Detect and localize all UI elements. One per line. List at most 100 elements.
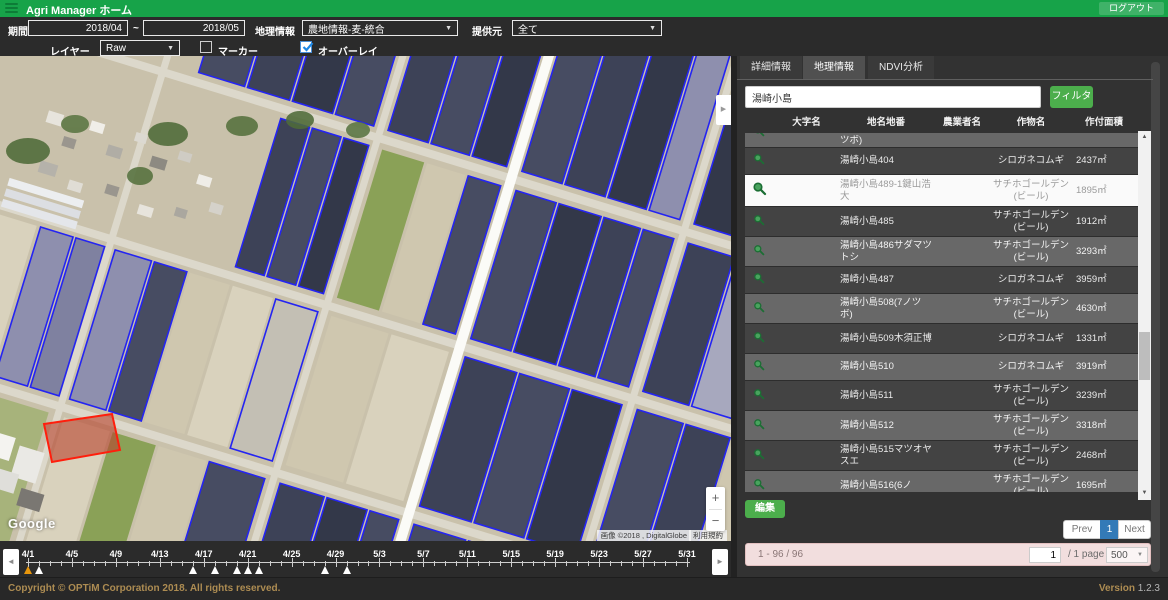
timeline-date-label: 5/27 xyxy=(631,549,655,559)
timeline-image-marker[interactable] xyxy=(343,566,351,574)
copyright-text: Copyright © OPTiM Corporation 2018. All … xyxy=(8,583,280,594)
timeline-image-marker[interactable] xyxy=(321,566,329,574)
timeline-date-label: 5/7 xyxy=(411,549,435,559)
timeline: ◄ ► 4/14/54/94/134/174/214/254/295/35/75… xyxy=(0,541,731,577)
geo-select[interactable]: 農地情報-麦-統合 ▼ xyxy=(302,20,458,36)
provider-select[interactable]: 全て ▼ xyxy=(512,20,662,36)
record-range: 1 - 96 / 96 xyxy=(758,549,803,560)
panel-expand-arrow[interactable]: ▶ xyxy=(716,95,731,125)
zoom-in-button[interactable]: + xyxy=(706,487,725,509)
cell-crop: サチホゴールデン(ビール) xyxy=(992,414,1070,438)
date-to-input[interactable] xyxy=(143,20,245,36)
tab-detail-info[interactable]: 詳細情報 xyxy=(740,56,802,79)
zoom-to-field-icon[interactable] xyxy=(745,214,773,230)
check-icon xyxy=(301,40,315,54)
timeline-image-marker[interactable] xyxy=(211,566,219,574)
zoom-to-field-icon[interactable] xyxy=(745,181,773,200)
timeline-image-marker[interactable] xyxy=(35,566,43,574)
column-header: 大字名 xyxy=(773,112,840,133)
google-logo: Google xyxy=(8,516,56,531)
filter-button[interactable]: フィルタ xyxy=(1050,86,1093,108)
cell-crop: サチホゴールデン(ビール) xyxy=(992,444,1070,468)
zoom-to-field-icon[interactable] xyxy=(745,478,773,493)
scroll-down-button[interactable]: ▼ xyxy=(1138,487,1151,500)
tab-ndvi[interactable]: NDVI分析 xyxy=(868,56,934,79)
table-row[interactable]: ツボ) xyxy=(745,133,1138,148)
pagination-current-page[interactable]: 1 xyxy=(1100,520,1119,539)
page-number-input[interactable] xyxy=(1029,547,1061,563)
zoom-to-field-icon[interactable] xyxy=(745,331,773,347)
scroll-up-button[interactable]: ▲ xyxy=(1138,131,1151,144)
layer-select[interactable]: Raw ▼ xyxy=(100,40,180,56)
timeline-image-marker[interactable] xyxy=(189,566,197,574)
timeline-date-label: 4/9 xyxy=(104,549,128,559)
table-row[interactable]: 湯崎小島486サダマツトシ サチホゴールデン(ビール) 3293㎡ xyxy=(745,237,1138,267)
zoom-to-field-icon[interactable] xyxy=(745,272,773,288)
marker-checkbox[interactable] xyxy=(200,41,212,53)
status-bar: 1 - 96 / 96 / 1 page size 500 ▼ xyxy=(745,543,1151,566)
table-row[interactable]: 湯崎小島510 シロガネコムギ 3919㎡ xyxy=(745,354,1138,381)
timeline-image-marker[interactable] xyxy=(244,566,252,574)
zoom-to-field-icon[interactable] xyxy=(745,359,773,375)
timeline-date-label: 4/1 xyxy=(16,549,40,559)
edit-button[interactable]: 編集 xyxy=(745,500,785,518)
table-body: ツボ) 湯崎小島404 シロガネコムギ 2437㎡ 湯崎小島489-1鍵山浩大 … xyxy=(745,133,1138,492)
column-header: 農業者名 xyxy=(932,112,992,133)
page-size-select[interactable]: 500 ▼ xyxy=(1106,547,1148,563)
pagination-next[interactable]: Next xyxy=(1118,520,1151,539)
table-row[interactable]: 湯崎小島404 シロガネコムギ 2437㎡ xyxy=(745,148,1138,175)
cell-area: 4630㎡ xyxy=(1070,303,1138,315)
search-input[interactable] xyxy=(745,86,1041,108)
version-text: Version 1.2.3 xyxy=(1099,583,1160,594)
cell-crop: サチホゴールデン(ビール) xyxy=(992,474,1070,493)
timeline-image-marker[interactable] xyxy=(255,566,263,574)
top-bar: Agri Manager ホーム ログアウト xyxy=(0,0,1168,17)
scrollbar-thumb[interactable] xyxy=(1139,332,1150,380)
date-from-input[interactable] xyxy=(28,20,128,36)
table-row[interactable]: 湯崎小島516(6ノ サチホゴールデン(ビール) 1695㎡ xyxy=(745,471,1138,492)
cell-area: 1895㎡ xyxy=(1070,185,1138,197)
table-row[interactable]: 湯崎小島508(7ノツボ) サチホゴールデン(ビール) 4630㎡ xyxy=(745,294,1138,324)
geo-label: 地理情報 xyxy=(255,23,295,38)
zoom-to-field-icon[interactable] xyxy=(745,448,773,464)
cell-area: 1912㎡ xyxy=(1070,216,1138,228)
timeline-date-label: 4/25 xyxy=(280,549,304,559)
timeline-date-label: 5/11 xyxy=(455,549,479,559)
panel-scrollbar[interactable] xyxy=(1151,62,1160,572)
zoom-to-field-icon[interactable] xyxy=(745,244,773,260)
cell-crop: シロガネコムギ xyxy=(992,155,1070,167)
tab-geo-info[interactable]: 地理情報 xyxy=(803,56,865,79)
zoom-to-field-icon[interactable] xyxy=(745,133,773,141)
cell-chiban: 湯崎小島489-1鍵山浩大 xyxy=(840,179,932,203)
zoom-to-field-icon[interactable] xyxy=(745,388,773,404)
table-row[interactable]: 湯崎小島489-1鍵山浩大 サチホゴールデン(ビール) 1895㎡ xyxy=(745,175,1138,207)
cell-area: 2468㎡ xyxy=(1070,450,1138,462)
table-row[interactable]: 湯崎小島515マツオヤスエ サチホゴールデン(ビール) 2468㎡ xyxy=(745,441,1138,471)
timeline-image-marker[interactable] xyxy=(24,566,32,574)
zoom-to-field-icon[interactable] xyxy=(745,153,773,169)
cell-area: 2437㎡ xyxy=(1070,155,1138,167)
period-label: 期間 xyxy=(8,23,28,38)
footer: Copyright © OPTiM Corporation 2018. All … xyxy=(0,577,1168,600)
zoom-to-field-icon[interactable] xyxy=(745,301,773,317)
logout-button[interactable]: ログアウト xyxy=(1099,2,1164,15)
cell-crop: サチホゴールデン(ビール) xyxy=(992,240,1070,264)
cell-chiban: 湯崎小島509木須正博 xyxy=(840,333,932,345)
table-row[interactable]: 湯崎小島485 サチホゴールデン(ビール) 1912㎡ xyxy=(745,207,1138,237)
map-satellite-view[interactable] xyxy=(0,56,731,541)
zoom-to-field-icon[interactable] xyxy=(745,418,773,434)
table-row[interactable]: 湯崎小島512 サチホゴールデン(ビール) 3318㎡ xyxy=(745,411,1138,441)
table-row[interactable]: 湯崎小島509木須正博 シロガネコムギ 1331㎡ xyxy=(745,324,1138,354)
cell-chiban: ツボ) xyxy=(840,135,932,147)
table-row[interactable]: 湯崎小島511 サチホゴールデン(ビール) 3239㎡ xyxy=(745,381,1138,411)
zoom-out-button[interactable]: − xyxy=(706,510,725,532)
cell-crop: シロガネコムギ xyxy=(992,333,1070,345)
cell-chiban: 湯崎小島508(7ノツボ) xyxy=(840,297,932,321)
overlay-checkbox[interactable] xyxy=(300,41,312,53)
cell-crop: サチホゴールデン(ビール) xyxy=(992,179,1070,203)
timeline-image-marker[interactable] xyxy=(233,566,241,574)
table-row[interactable]: 湯崎小島487 シロガネコムギ 3959㎡ xyxy=(745,267,1138,294)
timeline-right-arrow[interactable]: ► xyxy=(712,549,728,575)
pagination-prev[interactable]: Prev xyxy=(1063,520,1101,539)
hamburger-menu-icon[interactable] xyxy=(5,3,18,14)
